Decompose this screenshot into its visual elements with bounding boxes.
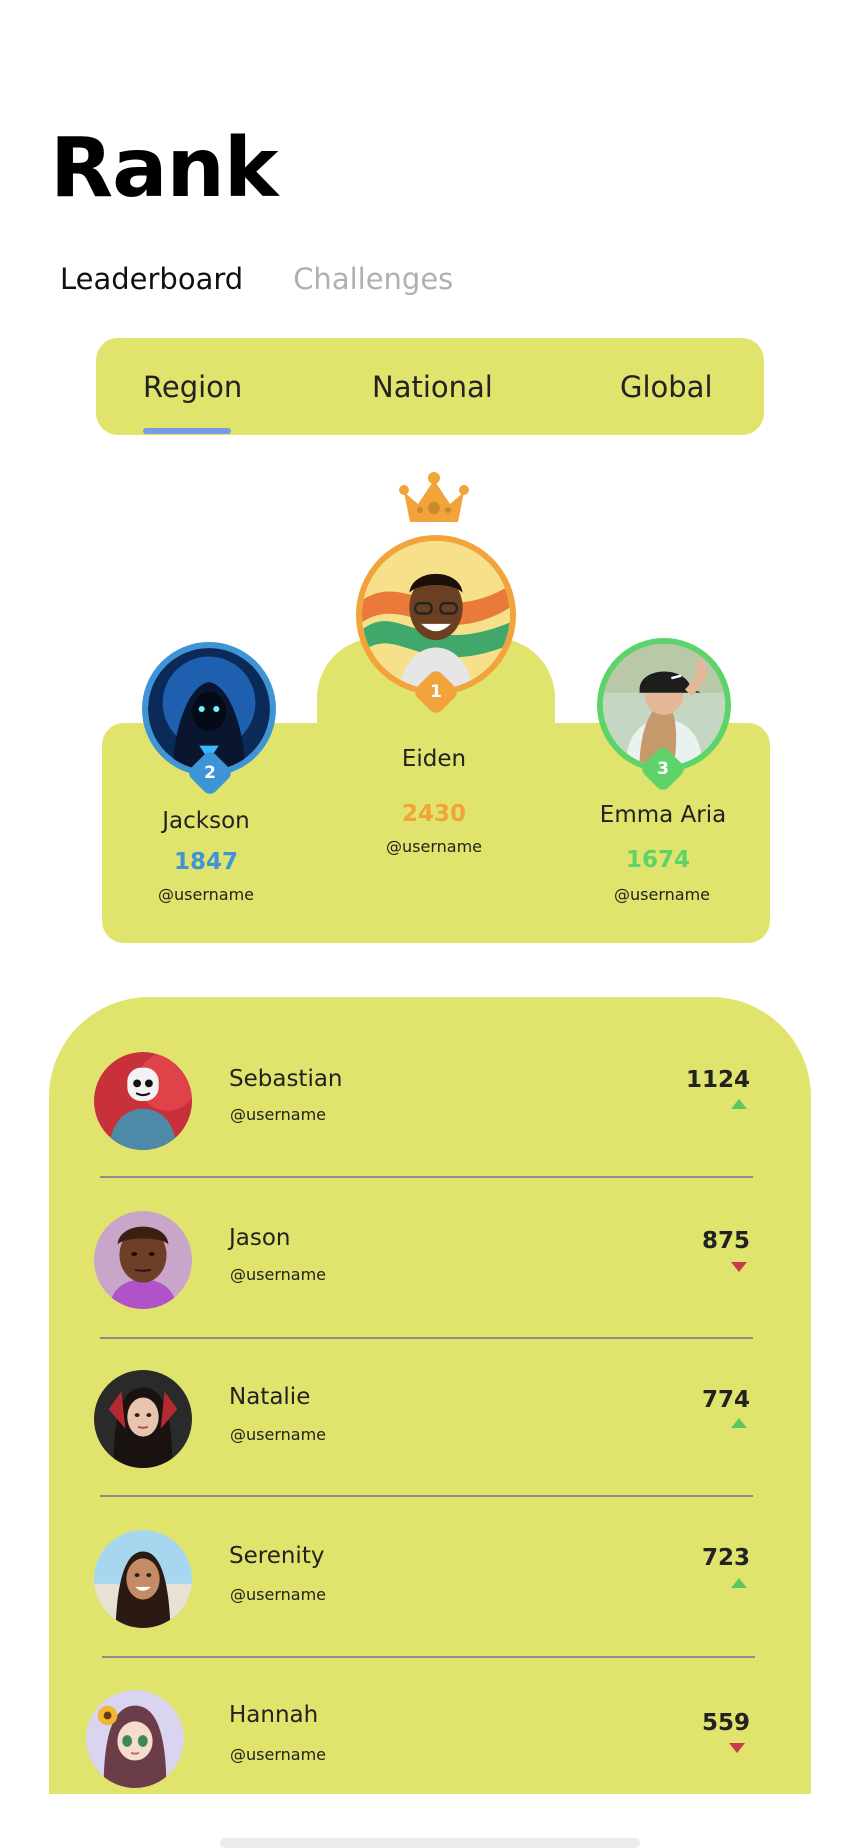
second-place-score: 1847 [173, 849, 238, 875]
third-place-username: @username [614, 885, 710, 904]
list-item-score: 1124 [685, 1067, 750, 1093]
list-avatar-sebastian[interactable] [94, 1052, 192, 1150]
list-item-score: 559 [701, 1710, 750, 1736]
third-place-score: 1674 [625, 847, 690, 873]
list-avatar-serenity[interactable] [94, 1530, 192, 1628]
list-item-score: 774 [701, 1387, 750, 1413]
first-place-name: Eiden [401, 746, 467, 772]
list-divider [100, 1337, 753, 1339]
list-item-name: Serenity [229, 1543, 325, 1569]
tab-challenges[interactable]: Challenges [293, 262, 453, 296]
rank-badge-third: 3 [638, 744, 688, 794]
crown-icon [399, 472, 469, 522]
second-place-name: Jackson [162, 808, 250, 834]
first-place-score: 2430 [401, 801, 466, 827]
list-divider [102, 1656, 755, 1658]
list-avatar-hannah[interactable] [86, 1690, 184, 1788]
scope-tab-national[interactable]: National [372, 370, 493, 404]
third-place-name: Emma Aria [599, 802, 727, 828]
list-item-username: @username [230, 1265, 326, 1284]
list-item-username: @username [230, 1585, 326, 1604]
first-place-username: @username [386, 837, 482, 856]
scope-tab-region[interactable]: Region [143, 370, 242, 404]
active-tab-indicator [143, 428, 231, 434]
list-item-username: @username [230, 1105, 326, 1124]
rank-badge-first: 1 [411, 667, 461, 717]
list-item-score: 875 [701, 1228, 750, 1254]
list-item-name: Jason [229, 1225, 291, 1251]
trend-up-icon [731, 1099, 747, 1109]
trend-down-icon [731, 1262, 747, 1272]
page-title: Rank [50, 121, 278, 216]
top-tabs: Leaderboard Challenges [60, 262, 453, 296]
list-item-username: @username [230, 1745, 326, 1764]
list-item-score: 723 [701, 1545, 750, 1571]
trend-up-icon [731, 1578, 747, 1588]
list-item-username: @username [230, 1425, 326, 1444]
list-avatar-jason[interactable] [94, 1211, 192, 1309]
trend-down-icon [729, 1743, 745, 1753]
tab-leaderboard[interactable]: Leaderboard [60, 262, 243, 296]
trend-up-icon [731, 1418, 747, 1428]
home-indicator [220, 1838, 640, 1848]
list-item-name: Hannah [229, 1702, 319, 1728]
list-divider [100, 1495, 753, 1497]
rank-badge-second: 2 [185, 748, 235, 798]
list-divider [100, 1176, 753, 1178]
list-item-name: Sebastian [229, 1066, 343, 1092]
scope-segmented-control: Region National Global [96, 338, 764, 435]
second-place-username: @username [158, 885, 254, 904]
list-avatar-natalie[interactable] [94, 1370, 192, 1468]
list-item-name: Natalie [229, 1384, 311, 1410]
scope-tab-global[interactable]: Global [620, 370, 713, 404]
